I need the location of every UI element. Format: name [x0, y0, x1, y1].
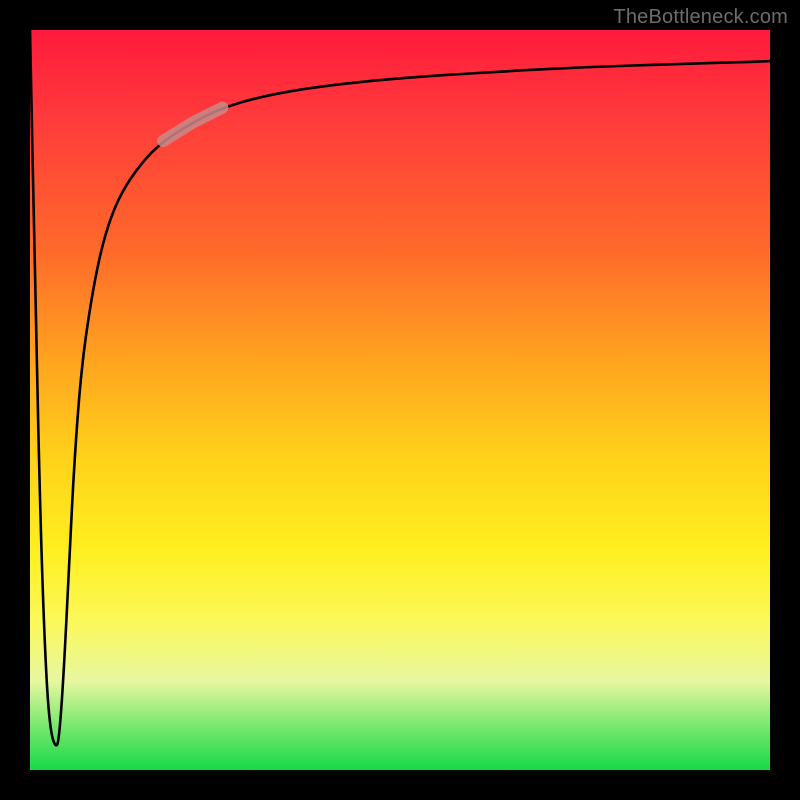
curve-svg	[30, 30, 770, 770]
bottleneck-curve	[30, 30, 770, 745]
plot-area	[30, 30, 770, 770]
attribution-text: TheBottleneck.com	[613, 6, 788, 29]
chart-frame: TheBottleneck.com	[0, 0, 800, 800]
curve-highlight-segment	[163, 108, 222, 141]
